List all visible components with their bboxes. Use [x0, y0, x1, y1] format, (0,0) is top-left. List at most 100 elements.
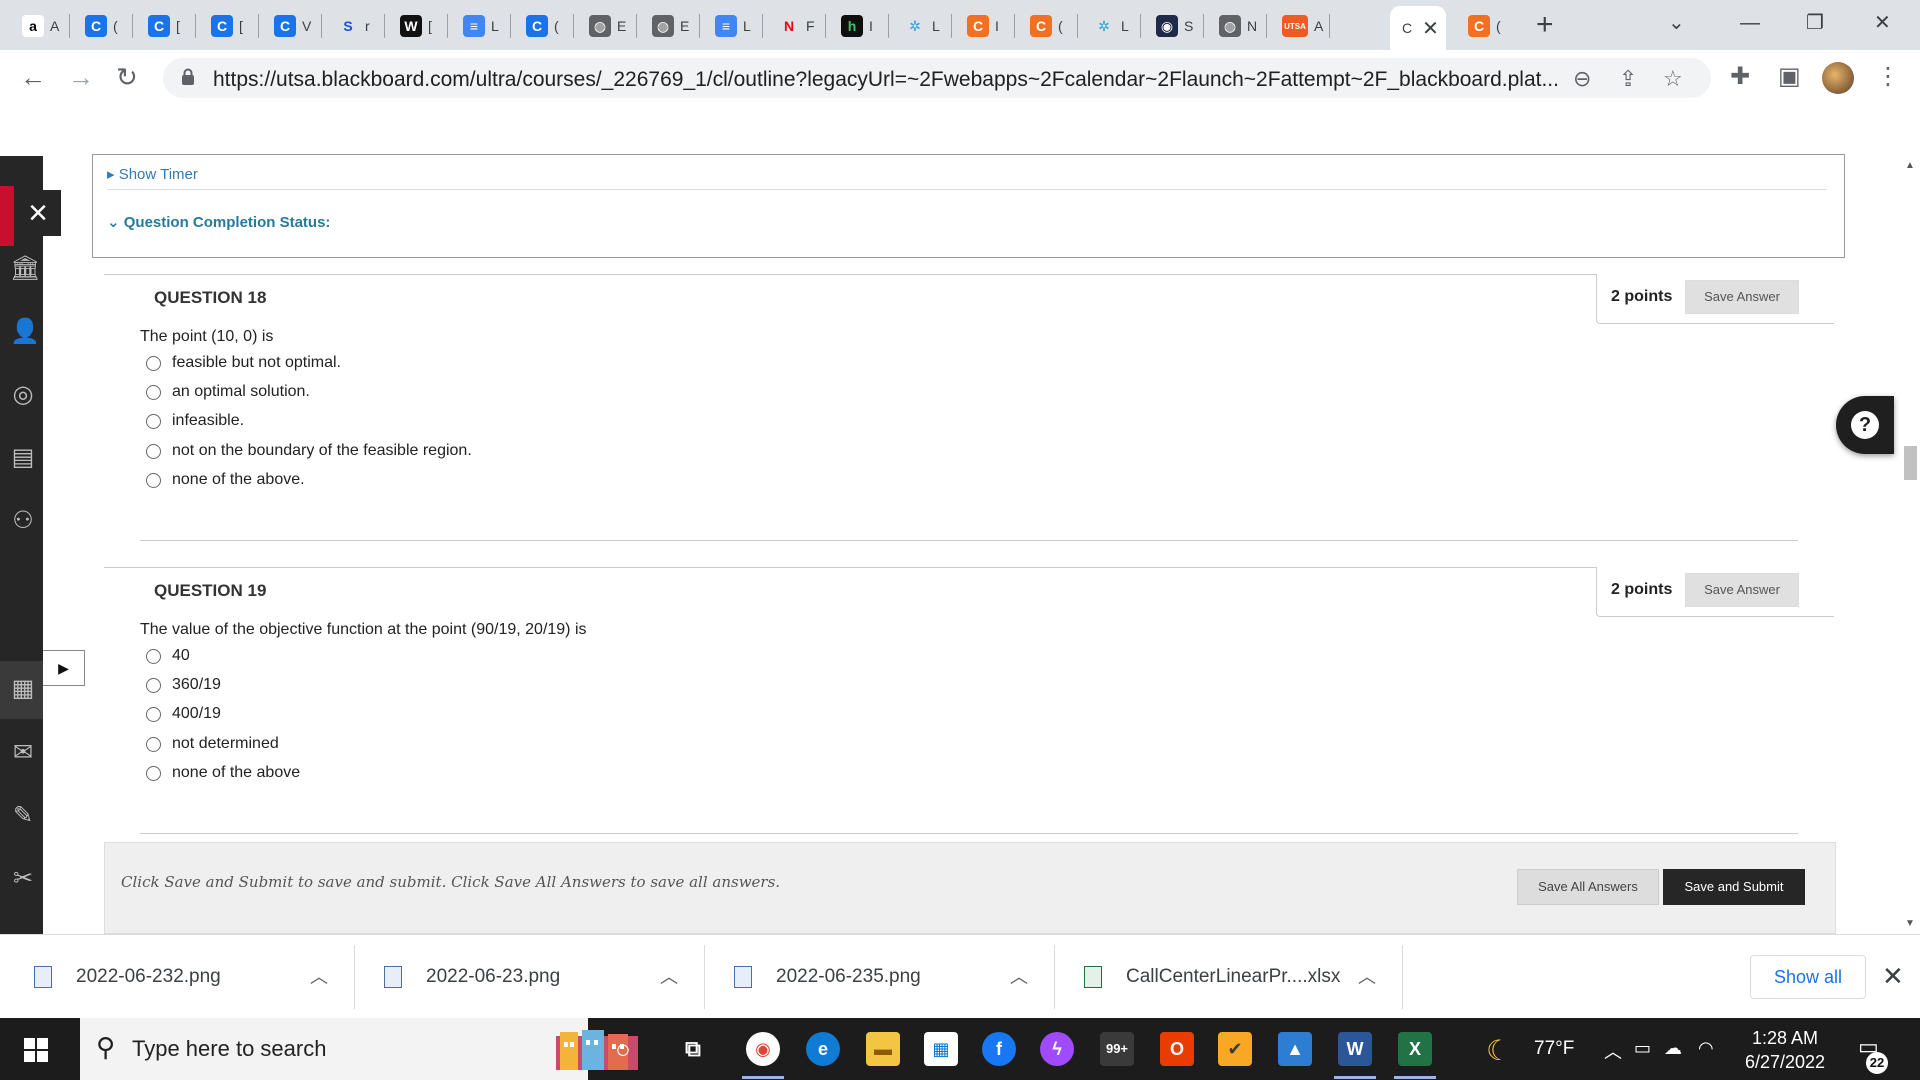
- radio-button[interactable]: [146, 472, 161, 488]
- chevron-up-icon[interactable]: ︿: [1358, 963, 1376, 989]
- taskbar-search-box[interactable]: ⚲ Type here to search: [80, 1018, 638, 1080]
- edge-icon[interactable]: e: [806, 1032, 840, 1066]
- answer-option[interactable]: not determined: [146, 735, 279, 753]
- share-icon[interactable]: ⇪: [1619, 66, 1637, 92]
- messenger-icon[interactable]: ϟ: [1040, 1032, 1074, 1066]
- browser-tab[interactable]: ✲ L: [892, 8, 955, 44]
- tools-icon[interactable]: ✂: [10, 866, 36, 892]
- windows-start-icon[interactable]: [24, 1038, 48, 1062]
- checkmark-app-icon[interactable]: ✔: [1218, 1032, 1252, 1066]
- file-explorer-icon[interactable]: ▬: [866, 1032, 900, 1066]
- browser-tab[interactable]: NF: [766, 8, 829, 44]
- answer-option[interactable]: infeasible.: [146, 412, 244, 430]
- mail-icon[interactable]: 99+: [1100, 1032, 1134, 1066]
- excel-icon[interactable]: X: [1398, 1032, 1432, 1066]
- calendar-icon[interactable]: ▦: [10, 676, 36, 702]
- scroll-up-icon[interactable]: ▲: [1905, 160, 1915, 171]
- bookmark-star-icon[interactable]: ☆: [1663, 66, 1683, 92]
- chevron-up-icon[interactable]: ︿: [1010, 963, 1028, 989]
- tray-expand-chevron-icon[interactable]: ︿: [1604, 1038, 1622, 1064]
- browser-tab[interactable]: UTSA A: [1270, 8, 1333, 44]
- radio-button[interactable]: [146, 384, 161, 400]
- profile-avatar[interactable]: [1822, 62, 1854, 94]
- show-timer-toggle[interactable]: ▸ Show Timer: [107, 165, 198, 183]
- answer-option[interactable]: 360/19: [146, 676, 221, 694]
- radio-button[interactable]: [146, 736, 161, 752]
- chrome-icon[interactable]: ◉: [746, 1032, 780, 1066]
- answer-option[interactable]: not on the boundary of the feasible regi…: [146, 442, 472, 460]
- download-item[interactable]: 2022-06-235.png: [734, 935, 921, 1019]
- side-panel-icon[interactable]: ▣: [1778, 62, 1801, 91]
- grades-icon[interactable]: ✎: [10, 803, 36, 829]
- onedrive-cloud-icon[interactable]: ☁: [1664, 1038, 1682, 1059]
- save-answer-button[interactable]: Save Answer: [1685, 573, 1799, 607]
- completion-status-toggle[interactable]: ⌄ Question Completion Status:: [107, 213, 330, 231]
- moon-weather-icon[interactable]: ☾: [1486, 1034, 1511, 1067]
- browser-tab[interactable]: ≡ L: [451, 8, 514, 44]
- browser-tab[interactable]: C(: [73, 8, 136, 44]
- radio-button[interactable]: [146, 413, 161, 429]
- close-download-bar-icon[interactable]: ✕: [1882, 961, 1904, 992]
- browser-tab[interactable]: ◍ E: [640, 8, 703, 44]
- browser-tab[interactable]: CI: [955, 8, 1018, 44]
- chevron-up-icon[interactable]: ︿: [660, 963, 678, 989]
- browser-tab[interactable]: ✲ L: [1081, 8, 1144, 44]
- office-icon[interactable]: O: [1160, 1032, 1194, 1066]
- browser-tab[interactable]: hI: [829, 8, 892, 44]
- institution-icon[interactable]: 🏛: [10, 256, 40, 282]
- expand-panel-arrow-icon[interactable]: ▶: [43, 650, 85, 686]
- answer-option[interactable]: 40: [146, 647, 190, 665]
- battery-icon[interactable]: ▭: [1634, 1038, 1651, 1059]
- download-item[interactable]: CallCenterLinearPr....xlsx: [1084, 935, 1340, 1019]
- page-scrollbar[interactable]: ▲ ▼: [1900, 156, 1920, 936]
- radio-button[interactable]: [146, 706, 161, 722]
- system-clock[interactable]: 1:28 AM 6/27/2022: [1740, 1026, 1830, 1074]
- store-icon[interactable]: ▦: [924, 1032, 958, 1066]
- browser-tab[interactable]: aA: [10, 8, 73, 44]
- browser-tab[interactable]: C[: [136, 8, 199, 44]
- browser-tab[interactable]: ≡ L: [703, 8, 766, 44]
- answer-option[interactable]: an optimal solution.: [146, 383, 310, 401]
- messages-icon[interactable]: ✉: [10, 740, 36, 766]
- browser-tab[interactable]: C[: [199, 8, 262, 44]
- word-icon[interactable]: W: [1338, 1032, 1372, 1066]
- temperature[interactable]: 77°F: [1534, 1038, 1574, 1060]
- answer-option[interactable]: none of the above.: [146, 471, 305, 489]
- radio-button[interactable]: [146, 355, 161, 371]
- chevron-up-icon[interactable]: ︿: [310, 963, 328, 989]
- globe-icon[interactable]: ◎: [10, 382, 36, 408]
- zoom-icon[interactable]: ⊖: [1573, 66, 1591, 92]
- menu-icon[interactable]: ⋮: [1876, 62, 1900, 91]
- download-item[interactable]: 2022-06-232.png: [34, 935, 221, 1019]
- browser-tab[interactable]: W[: [388, 8, 451, 44]
- browser-tab[interactable]: CV: [262, 8, 325, 44]
- show-all-downloads-button[interactable]: Show all: [1750, 955, 1866, 999]
- browser-tab[interactable]: C(: [514, 8, 577, 44]
- wifi-icon[interactable]: ◠: [1698, 1038, 1714, 1059]
- browser-tab[interactable]: ◉ S: [1144, 8, 1207, 44]
- minimize-icon[interactable]: —: [1740, 8, 1760, 38]
- answer-option[interactable]: feasible but not optimal.: [146, 354, 341, 372]
- browser-tab[interactable]: C(: [1018, 8, 1081, 44]
- close-window-icon[interactable]: ✕: [1874, 8, 1891, 38]
- browser-tab[interactable]: ◍ N: [1207, 8, 1270, 44]
- profile-icon[interactable]: 👤: [10, 319, 40, 345]
- photos-icon[interactable]: ▲: [1278, 1032, 1312, 1066]
- download-item[interactable]: 2022-06-23.png: [384, 935, 560, 1019]
- radio-button[interactable]: [146, 648, 161, 664]
- close-panel-button[interactable]: ×: [15, 190, 61, 236]
- close-tab-icon[interactable]: ✕: [1422, 16, 1439, 41]
- radio-button[interactable]: [146, 765, 161, 781]
- scroll-down-icon[interactable]: ▼: [1905, 918, 1915, 929]
- task-view-icon[interactable]: ⧉: [676, 1032, 710, 1066]
- tab-active[interactable]: C ✕: [1390, 6, 1446, 50]
- answer-option[interactable]: none of the above: [146, 764, 300, 782]
- browser-tab[interactable]: ◍ E: [577, 8, 640, 44]
- organizations-icon[interactable]: ⚇: [10, 508, 36, 534]
- answer-option[interactable]: 400/19: [146, 705, 221, 723]
- radio-button[interactable]: [146, 443, 161, 459]
- save-and-submit-button[interactable]: Save and Submit: [1663, 869, 1805, 905]
- new-tab-button[interactable]: +: [1536, 8, 1554, 42]
- tab-last[interactable]: C (: [1456, 8, 1516, 44]
- help-button[interactable]: ?: [1836, 396, 1894, 454]
